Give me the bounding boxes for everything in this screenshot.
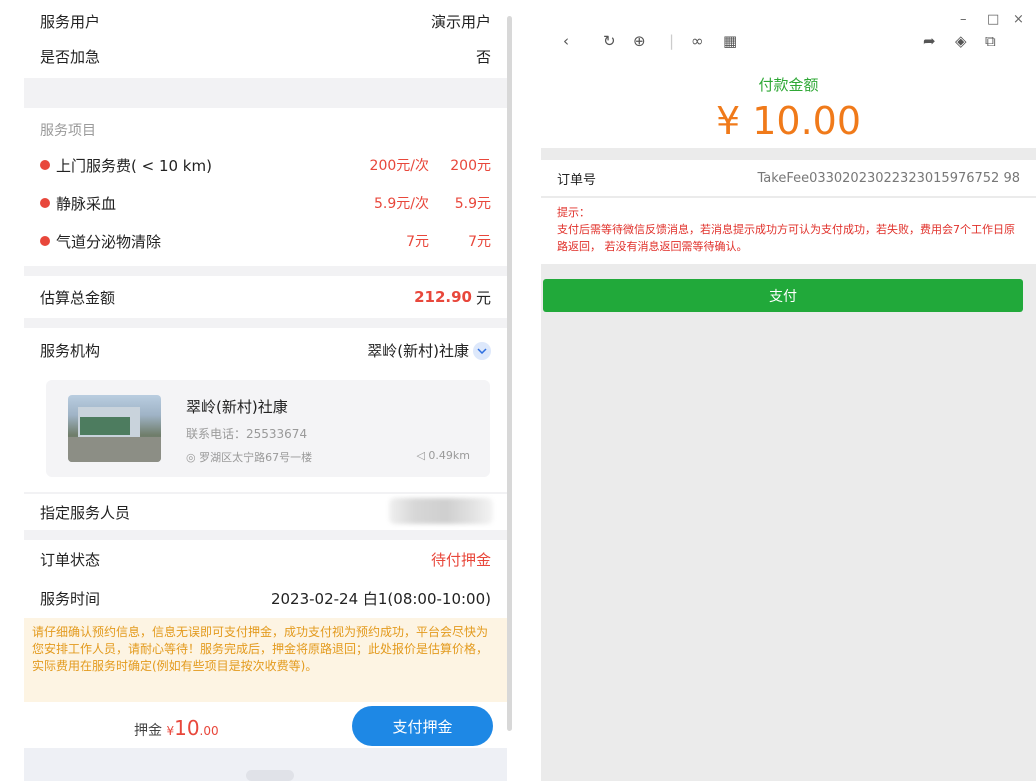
order-number-value: TakeFee03302023022323015976752 98 xyxy=(757,170,1021,186)
agency-card-address: ◎ 罗湖区太宁路67号一楼 xyxy=(186,451,313,464)
urgent-value: 否 xyxy=(475,48,491,66)
agency-photo xyxy=(68,395,161,462)
agency-card-distance: ◁ 0.49km xyxy=(416,449,470,462)
item-row: 静脉采血 5.9元/次 5.9元 xyxy=(40,184,491,222)
staff-avatar-redacted xyxy=(389,498,493,524)
info-dot-icon xyxy=(40,198,50,208)
time-value: 2023-02-24 白1(08:00-10:00) xyxy=(270,590,491,608)
item-total: 7元 xyxy=(468,234,491,250)
service-user-value: 演示用户 xyxy=(430,13,491,31)
pay-deposit-button[interactable]: 支付押金 xyxy=(352,706,493,746)
notice-text: 请仔细确认预约信息，信息无误即可支付押金，成功支付视为预约成功，平台会尽快为您安… xyxy=(24,618,507,702)
info-dot-icon xyxy=(40,160,50,170)
back-icon[interactable]: ‹ xyxy=(563,32,569,50)
chevron-down-icon[interactable] xyxy=(473,341,491,360)
agency-label: 服务机构 xyxy=(40,342,101,360)
status-label: 订单状态 xyxy=(40,551,101,569)
agency-card[interactable]: 翠岭(新村)社康 联系电话：25533674 ◎ 罗湖区太宁路67号一楼 ◁ 0… xyxy=(46,380,490,477)
user-section: 服务用户 演示用户 是否加急 否 xyxy=(24,0,507,78)
agency-card-title: 翠岭(新村)社康 xyxy=(186,398,288,416)
status-value: 待付押金 xyxy=(430,551,491,569)
qr-icon[interactable]: ▦ xyxy=(723,32,737,50)
pay-amount: ¥ 10.00 xyxy=(715,99,862,143)
info-dot-icon xyxy=(40,236,50,246)
link-icon[interactable]: ∞ xyxy=(691,32,704,50)
agency-select[interactable]: 翠岭(新村)社康 xyxy=(367,340,491,361)
toolbar-divider: | xyxy=(669,32,675,50)
item-row: 气道分泌物清除 7元 7元 xyxy=(40,222,491,260)
agency-card-phone: 联系电话：25533674 xyxy=(186,427,308,441)
order-number-row: 订单号 TakeFee03302023022323015976752 98 xyxy=(541,160,1036,196)
item-row: 上门服务费( < 10 km) 200元/次 200元 xyxy=(40,146,491,184)
cube-icon[interactable]: ◈ xyxy=(955,32,967,50)
deposit-amount: 押金 ¥10.00 xyxy=(134,716,219,740)
status-row: 订单状态 待付押金 xyxy=(40,549,491,570)
payment-window: – □ × ‹ ↻ ⊕ | ∞ ▦ ➦ ◈ ⧉ 付款金额 ¥ 10.00 订单号… xyxy=(541,0,1036,781)
estimate-value: 212.90 xyxy=(414,288,472,306)
service-user-row: 服务用户 演示用户 xyxy=(40,11,491,32)
estimate-label: 估算总金额 xyxy=(40,288,116,307)
order-panel: 服务用户 演示用户 是否加急 否 服务项目 上门服务费( < 10 km) 20… xyxy=(24,0,507,781)
item-total: 200元 xyxy=(450,158,491,174)
agency-value: 翠岭(新村)社康 xyxy=(367,342,469,360)
item-name: 气道分泌物清除 xyxy=(56,232,162,251)
screen: 服务用户 演示用户 是否加急 否 服务项目 上门服务费( < 10 km) 20… xyxy=(0,0,1036,781)
tip-label: 提示： xyxy=(557,206,590,219)
items-header: 服务项目 xyxy=(40,123,96,139)
item-name: 上门服务费( < 10 km) xyxy=(56,156,212,175)
pay-title: 付款金额 xyxy=(758,76,819,94)
minimize-button[interactable]: – xyxy=(960,12,967,27)
payment-header: – □ × ‹ ↻ ⊕ | ∞ ▦ ➦ ◈ ⧉ 付款金额 ¥ 10.00 xyxy=(541,0,1036,148)
pay-button[interactable]: 支付 xyxy=(543,279,1023,312)
time-row: 服务时间 2023-02-24 白1(08:00-10:00) xyxy=(40,588,491,609)
status-section: 订单状态 待付押金 服务时间 2023-02-24 白1(08:00-10:00… xyxy=(24,540,507,618)
toolbar: ‹ ↻ ⊕ | ∞ ▦ ➦ ◈ ⧉ xyxy=(541,32,1036,56)
items-section: 服务项目 上门服务费( < 10 km) 200元/次 200元 静脉采血 5.… xyxy=(24,108,507,266)
item-unit-price: 5.9元/次 xyxy=(374,196,429,212)
urgent-row: 是否加急 否 xyxy=(40,46,491,67)
time-label: 服务时间 xyxy=(40,590,101,608)
globe-icon[interactable]: ⊕ xyxy=(633,32,646,50)
navigation-arrow-icon: ◁ xyxy=(416,449,429,462)
footer-bar: 押金 ¥10.00 支付押金 xyxy=(24,702,507,748)
item-name: 静脉采血 xyxy=(56,194,117,213)
urgent-label: 是否加急 xyxy=(40,48,101,66)
item-unit-price: 7元 xyxy=(406,234,429,250)
service-user-label: 服务用户 xyxy=(40,13,101,31)
location-pin-icon: ◎ xyxy=(186,451,200,464)
payment-tip: 提示： 支付后需等待微信反馈消息，若消息提示成功方可认为支付成功，若失败，费用会… xyxy=(541,198,1036,264)
refresh-icon[interactable]: ↻ xyxy=(603,32,616,50)
close-button[interactable]: × xyxy=(1013,12,1024,27)
scrollbar[interactable] xyxy=(507,16,512,731)
estimate-row: 估算总金额 212.90 元 xyxy=(24,276,507,318)
item-unit-price: 200元/次 xyxy=(369,158,429,174)
window-icon[interactable]: ⧉ xyxy=(985,32,996,50)
maximize-button[interactable]: □ xyxy=(987,12,999,27)
share-icon[interactable]: ➦ xyxy=(923,32,936,50)
home-indicator xyxy=(246,770,294,781)
item-total: 5.9元 xyxy=(454,196,491,212)
order-number-label: 订单号 xyxy=(557,172,597,188)
estimate-unit: 元 xyxy=(475,288,491,307)
tip-text: 支付后需等待微信反馈消息，若消息提示成功方可认为支付成功，若失败，费用会7个工作… xyxy=(557,223,1015,253)
